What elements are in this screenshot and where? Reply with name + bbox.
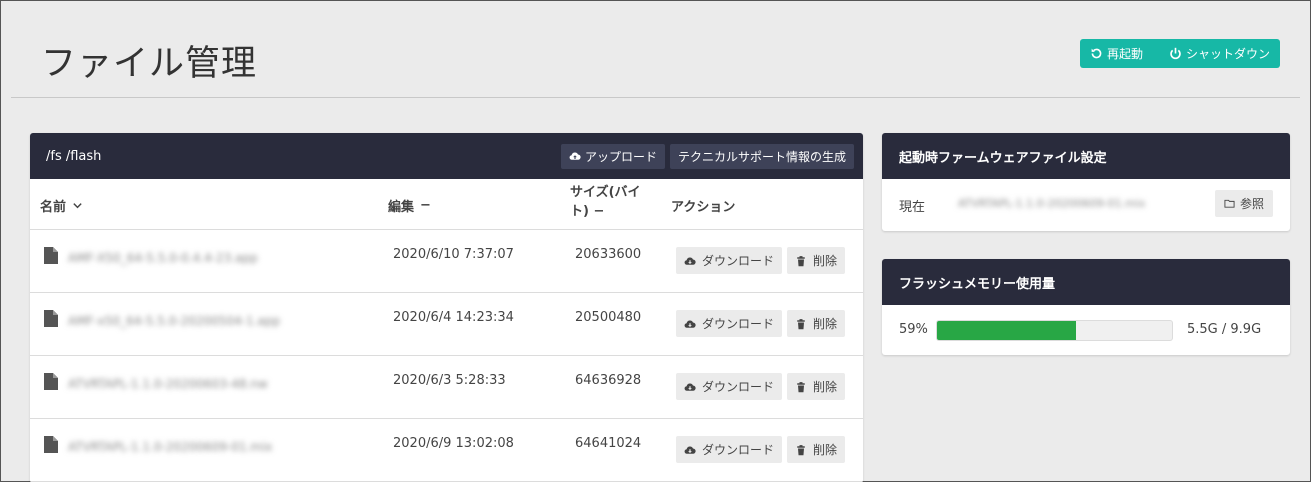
shutdown-label: シャットダウン [1185,47,1270,61]
cloud-download-icon [684,257,696,265]
delete-label: 削除 [813,380,838,394]
current-firmware-label: 現在 [899,200,926,215]
cloud-download-icon [684,383,696,391]
file-name: AMF-X50_64-5.5.0-0.4.4-23.app [68,251,258,265]
download-button[interactable]: ダウンロード [676,247,783,274]
restart-icon [1091,48,1102,59]
boot-firmware-title: 起動時ファームウェアファイル設定 [882,133,1290,179]
cloud-upload-icon [569,152,581,160]
flash-usage-panel: フラッシュメモリー使用量 59% 5.5G / 9.9G [882,259,1290,355]
download-button[interactable]: ダウンロード [676,373,783,400]
file-date: 2020/6/4 14:23:34 [393,310,514,325]
file-date: 2020/6/9 13:02:08 [393,436,514,451]
upload-button[interactable]: アップロード [560,143,665,169]
browse-button[interactable]: 参照 [1215,190,1274,217]
download-label: ダウンロード [702,380,775,394]
flash-usage-title: フラッシュメモリー使用量 [882,259,1290,305]
download-label: ダウンロード [702,254,775,268]
file-list-header: /fs /flash アップロード テクニカルサポート情報の生成 [30,133,863,179]
delete-label: 削除 [813,254,838,268]
restart-button[interactable]: 再起動 [1090,45,1143,62]
power-icon [1170,47,1181,60]
delete-button[interactable]: 削除 [787,247,846,274]
current-firmware-value: ATVRTAPL-1.1.0-20200609-01.mix [958,197,1146,210]
sort-none-indicator: − [593,204,605,219]
download-button[interactable]: ダウンロード [676,436,783,463]
file-name: ATVRTAPL-1.1.0-20200603-48.nw [68,377,268,391]
table-row: AMF-X50_64-5.5.0-0.4.4-23.app 2020/6/10 … [30,230,863,293]
page-title: ファイル管理 [41,44,258,84]
table-row: ATVRTAPL-1.1.0-20200603-48.nw 2020/6/3 5… [30,356,863,419]
file-icon [44,373,58,390]
cloud-download-icon [684,320,696,328]
column-action-label: アクション [671,200,736,215]
file-size: 64641024 [575,436,642,451]
cloud-download-icon [684,446,696,454]
usage-amount: 5.5G / 9.9G [1187,322,1262,337]
file-date: 2020/6/10 7:37:07 [393,247,514,262]
column-header-name[interactable]: 名前 [40,196,83,215]
tech-support-button[interactable]: テクニカルサポート情報の生成 [669,143,854,169]
column-name-label: 名前 [40,200,67,215]
trash-icon [797,318,805,329]
column-header-action: アクション [671,196,735,215]
download-label: ダウンロード [702,317,775,331]
delete-button[interactable]: 削除 [787,373,846,400]
delete-label: 削除 [813,443,838,457]
trash-icon [797,381,805,392]
download-label: ダウンロード [702,443,775,457]
upload-label: アップロード [584,149,657,164]
file-icon [44,247,58,264]
table-row: AMF-x50_64-5.5.0-20200504-1.app 2020/6/4… [30,293,863,356]
browse-label: 参照 [1240,197,1265,211]
column-date-label: 編集 [388,200,415,215]
restart-label: 再起動 [1107,47,1144,61]
file-size: 20500480 [575,310,642,325]
delete-button[interactable]: 削除 [787,436,846,463]
table-header: 名前 編集 − サイズ(バイ ト) − アクション [30,179,863,230]
usage-progress-bar [936,320,1173,341]
system-actions: 再起動 シャットダウン [1080,39,1280,68]
boot-firmware-panel: 起動時ファームウェアファイル設定 現在 ATVRTAPL-1.1.0-20200… [882,133,1290,231]
sort-none-indicator: − [420,198,431,213]
table-row: ATVRTAPL-1.1.0-20200609-01.mix 2020/6/9 … [30,419,863,482]
file-size: 64636928 [575,373,642,388]
usage-progress-fill [937,321,1076,340]
column-size-label-line2: ト) [570,204,589,219]
tech-support-label: テクニカルサポート情報の生成 [677,149,846,164]
file-list-panel: /fs /flash アップロード テクニカルサポート情報の生成 名前 編集 −… [30,133,863,482]
column-header-date[interactable]: 編集 − [388,196,431,215]
trash-icon [797,444,805,455]
delete-button[interactable]: 削除 [787,310,846,337]
column-size-label-line1: サイズ(バイ [570,185,641,200]
title-divider [11,97,1300,98]
download-button[interactable]: ダウンロード [676,310,783,337]
delete-label: 削除 [813,317,838,331]
column-header-size[interactable]: サイズ(バイ ト) − [570,183,660,221]
file-name: ATVRTAPL-1.1.0-20200609-01.mix [68,440,273,454]
chevron-down-icon [73,203,82,209]
file-name: AMF-x50_64-5.5.0-20200504-1.app [68,314,281,328]
file-icon [44,436,58,453]
trash-icon [797,255,805,266]
shutdown-button[interactable]: シャットダウン [1169,45,1270,62]
file-size: 20633600 [575,247,642,262]
folder-icon [1224,199,1235,208]
current-path: /fs /flash [46,148,102,164]
file-icon [44,310,58,327]
usage-percent: 59% [899,322,928,337]
file-date: 2020/6/3 5:28:33 [393,373,506,388]
